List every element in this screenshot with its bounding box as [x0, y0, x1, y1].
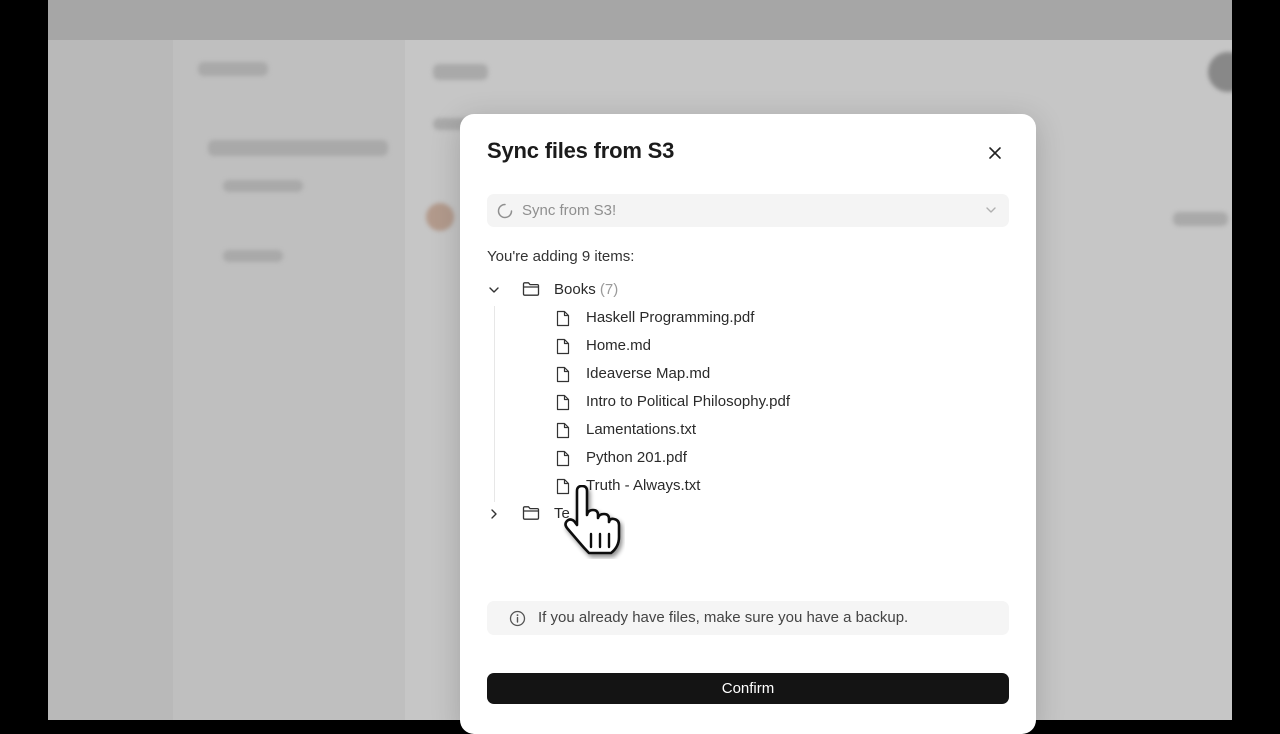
items-summary: You're adding 9 items:	[487, 248, 635, 265]
close-button[interactable]	[984, 142, 1006, 164]
source-select-value: Sync from S3!	[522, 202, 617, 219]
folder-icon	[522, 506, 540, 520]
source-select[interactable]: Sync from S3!	[487, 194, 1009, 227]
background-blur-shape	[223, 180, 303, 192]
file-icon	[556, 310, 570, 327]
background-blur-shape	[223, 250, 283, 262]
file-name: Ideaverse Map.md	[586, 365, 711, 382]
close-icon	[989, 147, 1001, 159]
tree-file[interactable]: Haskell Programming.pdf	[555, 304, 995, 332]
hand-pointer-cursor	[564, 485, 621, 555]
sync-dialog: Sync files from S3 Sync from S3! You're …	[460, 114, 1036, 734]
tree-folder-books[interactable]: Books (7)	[487, 276, 1009, 304]
chevron-down-icon	[986, 207, 996, 213]
file-icon	[556, 450, 570, 467]
file-name: Intro to Political Philosophy.pdf	[586, 393, 791, 410]
file-name: Python 201.pdf	[586, 449, 687, 466]
background-blur-shape	[198, 62, 268, 76]
folder-icon	[522, 282, 540, 296]
folder-count: (7)	[599, 281, 619, 298]
folder-name: Books	[554, 281, 596, 298]
folder-label: Books (7)	[554, 281, 618, 298]
tree-file[interactable]: Python 201.pdf	[555, 444, 995, 472]
chevron-right-icon[interactable]	[487, 507, 501, 521]
file-name: Home.md	[586, 337, 652, 354]
chevron-down-icon[interactable]	[487, 283, 501, 297]
background-blur-shape	[426, 203, 454, 231]
backup-notice: If you already have files, make sure you…	[487, 601, 1009, 635]
backup-notice-text: If you already have files, make sure you…	[538, 609, 909, 626]
tree-file[interactable]: Ideaverse Map.md	[555, 360, 995, 388]
background-topbar	[48, 0, 1232, 40]
background-blur-shape	[1173, 212, 1228, 226]
tree-guide-line	[494, 306, 495, 502]
file-icon	[556, 394, 570, 411]
tree-file[interactable]: Home.md	[555, 332, 995, 360]
background-blur-shape	[208, 140, 388, 156]
tree-file[interactable]: Lamentations.txt	[555, 416, 995, 444]
file-icon	[556, 422, 570, 439]
tree-file[interactable]: Intro to Political Philosophy.pdf	[555, 388, 995, 416]
loading-spinner-icon	[497, 203, 513, 218]
confirm-button[interactable]: Confirm	[487, 673, 1009, 704]
file-icon	[556, 366, 570, 383]
dialog-title: Sync files from S3	[487, 138, 675, 163]
file-name: Haskell Programming.pdf	[586, 309, 755, 326]
info-icon	[509, 610, 526, 627]
background-blur-shape	[433, 64, 488, 80]
file-name: Lamentations.txt	[586, 421, 697, 438]
file-icon	[556, 338, 570, 355]
